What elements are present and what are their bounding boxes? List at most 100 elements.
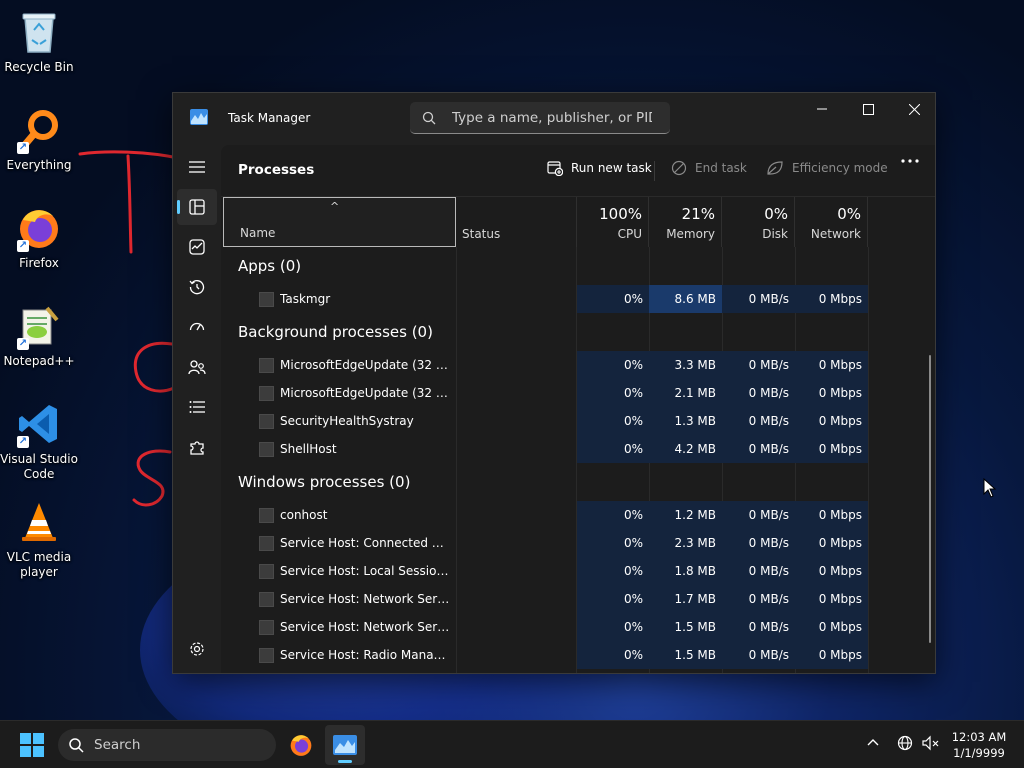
- table-row[interactable]: Service Host: Network Service 0% 1.7 MB …: [221, 585, 935, 613]
- table-row[interactable]: SecurityHealthSystray 0% 1.3 MB 0 MB/s 0…: [221, 407, 935, 435]
- network-status-button[interactable]: [897, 735, 913, 754]
- search-input[interactable]: [452, 109, 652, 126]
- nav-details[interactable]: [177, 389, 217, 425]
- column-header-status[interactable]: Status: [456, 197, 577, 247]
- network-value: 0 Mbps: [795, 407, 868, 435]
- cpu-value: 0%: [577, 529, 649, 557]
- table-row[interactable]: conhost 0% 1.2 MB 0 MB/s 0 Mbps: [221, 501, 935, 529]
- process-name: Service Host: Network Service: [280, 620, 450, 634]
- memory-value: 1.2 MB: [649, 501, 722, 529]
- shortcut-arrow-icon: ↗: [17, 142, 29, 154]
- nav-processes[interactable]: [177, 189, 217, 225]
- group-title: Windows processes (0): [238, 473, 411, 491]
- hamburger-menu-button[interactable]: [177, 149, 217, 185]
- everything-search-icon: ↗: [15, 106, 63, 154]
- process-name: Service Host: Radio Managem...: [280, 648, 450, 662]
- process-icon: [259, 592, 274, 607]
- network-total-percent: 0%: [837, 205, 861, 223]
- desktop-icon-notepad-plus-plus[interactable]: ↗ Notepad++: [0, 302, 78, 369]
- nav-services[interactable]: [177, 429, 217, 465]
- memory-value: 1.5 MB: [649, 641, 722, 669]
- search-icon: [422, 111, 436, 124]
- taskbar-search-label: Search: [94, 737, 141, 753]
- process-icon: [259, 414, 274, 429]
- efficiency-mode-button[interactable]: Efficiency mode: [766, 160, 888, 176]
- cpu-value: 0%: [577, 501, 649, 529]
- ink-stroke-t: [78, 150, 180, 254]
- group-header-apps[interactable]: Apps (0): [221, 247, 935, 285]
- column-header-network[interactable]: 0% Network: [795, 197, 868, 247]
- shortcut-arrow-icon: ↗: [17, 436, 29, 448]
- taskbar-task-manager[interactable]: [325, 725, 365, 765]
- clock[interactable]: 12:03 AM 1/1/9999: [948, 729, 1010, 761]
- table-row[interactable]: Taskmgr 0% 8.6 MB 0 MB/s 0 Mbps: [221, 285, 935, 313]
- show-hidden-icons-button[interactable]: [866, 735, 880, 752]
- process-name: conhost: [280, 508, 328, 522]
- table-row[interactable]: MicrosoftEdgeUpdate (32 bit) 0% 3.3 MB 0…: [221, 351, 935, 379]
- desktop-icon-recycle-bin[interactable]: Recycle Bin: [0, 8, 78, 75]
- firefox-icon: [290, 735, 312, 756]
- table-row[interactable]: ShellHost 0% 4.2 MB 0 MB/s 0 Mbps: [221, 435, 935, 463]
- group-header-background[interactable]: Background processes (0): [221, 313, 935, 351]
- table-row[interactable]: Service Host: Local Session M... 0% 1.8 …: [221, 557, 935, 585]
- maximize-button[interactable]: [845, 93, 891, 125]
- gear-icon: [190, 642, 204, 656]
- taskbar-search-box[interactable]: Search: [58, 729, 276, 761]
- nav-users[interactable]: [177, 349, 217, 385]
- desktop-icon-vlc[interactable]: VLC media player: [0, 498, 78, 580]
- close-button[interactable]: [891, 93, 935, 125]
- process-name: Service Host: Local Session M...: [280, 564, 450, 578]
- taskbar-firefox[interactable]: [281, 725, 321, 765]
- end-task-button[interactable]: End task: [671, 160, 747, 176]
- more-options-button[interactable]: [901, 159, 919, 163]
- efficiency-mode-label: Efficiency mode: [792, 161, 888, 175]
- desktop-icon-firefox[interactable]: ↗ Firefox: [0, 204, 78, 271]
- minimize-button[interactable]: [799, 93, 845, 125]
- column-label-status: Status: [462, 227, 501, 241]
- column-header-name[interactable]: ^ Name: [223, 197, 456, 247]
- history-icon: [189, 280, 205, 295]
- vertical-scrollbar[interactable]: [929, 355, 931, 643]
- nav-app-history[interactable]: [177, 269, 217, 305]
- start-button[interactable]: [12, 729, 52, 761]
- run-new-task-button[interactable]: Run new task: [547, 160, 652, 176]
- title-bar[interactable]: Task Manager: [173, 93, 935, 145]
- nav-performance[interactable]: [177, 229, 217, 265]
- volume-button[interactable]: [922, 735, 940, 754]
- task-manager-window[interactable]: Task Manager Type a name, publisher, or …: [172, 92, 936, 674]
- network-value: 0 Mbps: [795, 529, 868, 557]
- process-search-box[interactable]: [410, 102, 670, 134]
- table-row[interactable]: Service Host: Connected Devi... 0% 2.3 M…: [221, 529, 935, 557]
- process-icon: [259, 536, 274, 551]
- table-row[interactable]: Service Host: Radio Managem... 0% 1.5 MB…: [221, 641, 935, 669]
- shortcut-arrow-icon: ↗: [17, 240, 29, 252]
- windows-logo-icon: [20, 733, 44, 757]
- desktop-icon-everything[interactable]: ↗ Everything: [0, 106, 78, 173]
- desktop-icon-label: Notepad++: [3, 354, 75, 368]
- shortcut-arrow-icon: ↗: [17, 338, 29, 350]
- column-header-disk[interactable]: 0% Disk: [722, 197, 795, 247]
- group-title: Apps (0): [238, 257, 302, 275]
- services-puzzle-icon: [190, 441, 204, 455]
- toolbar-divider: [654, 161, 655, 181]
- process-name: SecurityHealthSystray: [280, 414, 414, 428]
- more-dots-icon: [901, 159, 919, 163]
- column-header-memory[interactable]: 21% Memory: [649, 197, 722, 247]
- vscode-icon: ↗: [15, 400, 63, 448]
- processes-page: Processes Run new task End task Efficien…: [221, 145, 935, 673]
- network-value: 0 Mbps: [795, 585, 868, 613]
- speaker-muted-icon: [922, 735, 939, 751]
- disk-value: 0 MB/s: [722, 585, 795, 613]
- disk-value: 0 MB/s: [722, 613, 795, 641]
- leaf-icon: [766, 160, 784, 176]
- desktop-icon-vscode[interactable]: ↗ Visual Studio Code: [0, 400, 78, 482]
- table-row[interactable]: Service Host: Network Service 0% 1.5 MB …: [221, 613, 935, 641]
- nav-settings[interactable]: [177, 631, 217, 667]
- desktop-icon-label: Everything: [6, 158, 72, 172]
- group-header-windows[interactable]: Windows processes (0): [221, 463, 935, 501]
- table-row[interactable]: MicrosoftEdgeUpdate (32 bit) 0% 2.1 MB 0…: [221, 379, 935, 407]
- column-header-cpu[interactable]: 100% CPU: [577, 197, 649, 247]
- nav-startup-apps[interactable]: [177, 309, 217, 345]
- process-icon: [259, 358, 274, 373]
- network-value: 0 Mbps: [795, 641, 868, 669]
